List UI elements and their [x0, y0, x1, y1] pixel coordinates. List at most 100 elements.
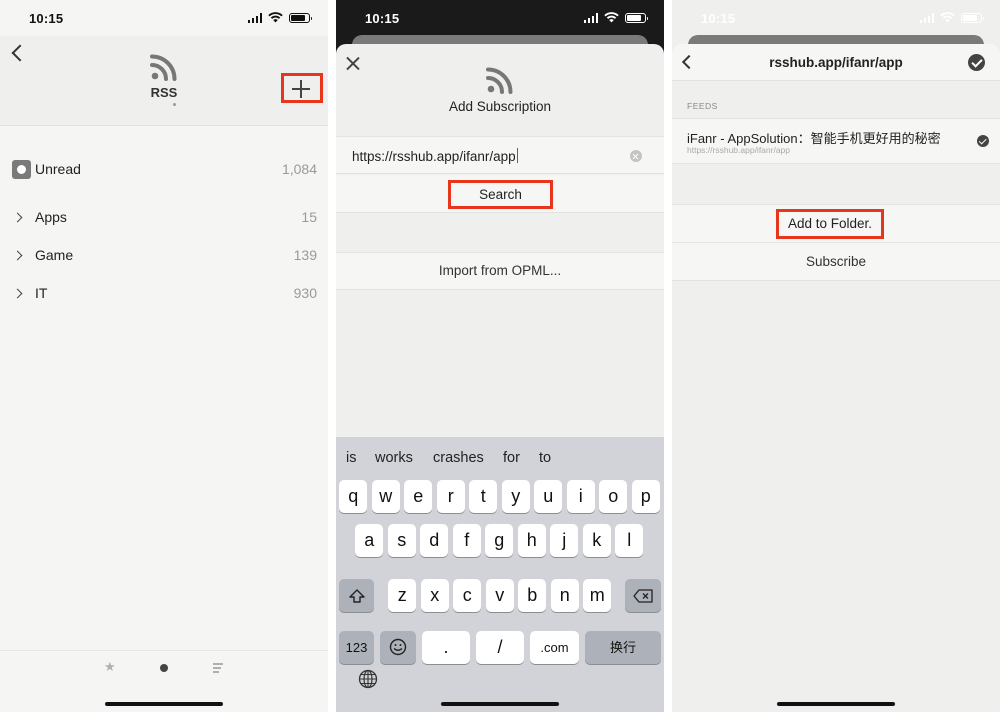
close-icon[interactable]: [346, 56, 360, 70]
key-j[interactable]: j: [550, 524, 579, 557]
add-to-folder-button[interactable]: Add to Folder.: [776, 209, 884, 239]
key-w[interactable]: w: [371, 480, 400, 513]
folder-row-game[interactable]: Game 139: [0, 236, 328, 274]
feed-folder-list: Unread 1,084 Apps 15 Game 139 IT 930: [0, 150, 328, 312]
key-k[interactable]: k: [582, 524, 611, 557]
rss-header: RSS: [0, 36, 328, 126]
key-n[interactable]: n: [550, 579, 579, 612]
rss-home-screen: 10:15 RSS Unread 1,084 Apps 15 Game 139 …: [0, 0, 328, 712]
chevron-right-icon[interactable]: [12, 250, 23, 260]
unread-row[interactable]: Unread 1,084: [0, 150, 328, 188]
key-z[interactable]: z: [388, 579, 417, 612]
search-row: Search: [336, 175, 664, 213]
dot-icon[interactable]: [160, 664, 168, 672]
key-o[interactable]: o: [599, 480, 628, 513]
shift-key[interactable]: [339, 579, 374, 612]
home-indicator: [777, 702, 895, 706]
search-button[interactable]: Search: [448, 180, 553, 209]
suggestion-item[interactable]: to: [539, 450, 551, 466]
clear-text-icon[interactable]: [630, 150, 642, 162]
folder-count: 930: [293, 285, 317, 301]
battery-icon: [289, 12, 312, 23]
feed-row[interactable]: iFanr - AppSolution：智能手机更好用的秘密 https://r…: [672, 118, 1000, 164]
add-subscription-sheet: Add Subscription https://rsshub.app/ifan…: [336, 44, 664, 712]
return-key[interactable]: 换行: [585, 631, 661, 664]
battery-icon: [961, 12, 984, 23]
feeds-section-label: FEEDS: [687, 101, 718, 111]
unread-count: 1,084: [281, 161, 317, 177]
wifi-icon: [604, 12, 619, 23]
star-icon[interactable]: ★: [104, 659, 116, 675]
rss-icon: [486, 67, 513, 94]
keyboard: is works crashes for to qwertyuiop asdfgh…: [336, 437, 664, 712]
suggestion-item[interactable]: crashes: [433, 450, 484, 466]
globe-icon[interactable]: [358, 669, 378, 689]
key-u[interactable]: u: [534, 480, 563, 513]
status-bar: 10:15: [672, 0, 1000, 36]
subscribe-button[interactable]: Subscribe: [672, 243, 1000, 281]
folder-row-it[interactable]: IT 930: [0, 274, 328, 312]
suggestion-item[interactable]: is: [346, 450, 356, 466]
key-e[interactable]: e: [404, 480, 433, 513]
status-time: 10:15: [29, 11, 64, 26]
chevron-right-icon[interactable]: [12, 288, 23, 298]
confirm-check-icon[interactable]: [968, 54, 985, 71]
page-indicator-dot: [173, 103, 176, 106]
suggestion-item[interactable]: for: [503, 450, 520, 466]
url-input-value: https://rsshub.app/ifanr/app: [352, 149, 516, 164]
key-p[interactable]: p: [631, 480, 660, 513]
cellular-signal-icon: [247, 12, 262, 23]
feed-selected-check-icon[interactable]: [977, 135, 989, 147]
key-y[interactable]: y: [501, 480, 530, 513]
home-indicator: [441, 702, 559, 706]
text-caret: [516, 148, 519, 163]
cellular-signal-icon: [919, 12, 934, 23]
suggestion-bar: is works crashes for to: [336, 437, 664, 477]
feed-preview-sheet: rsshub.app/ifanr/app FEEDS iFanr - AppSo…: [672, 44, 1000, 712]
key-d[interactable]: d: [420, 524, 449, 557]
period-key[interactable]: .: [422, 631, 470, 664]
feed-preview-screen: 10:15 rsshub.app/ifanr/app FEEDS iFanr -…: [672, 0, 1000, 712]
key-g[interactable]: g: [485, 524, 514, 557]
status-bar: 10:15: [336, 0, 664, 36]
key-q[interactable]: q: [339, 480, 368, 513]
sheet-title: Add Subscription: [448, 99, 552, 114]
key-f[interactable]: f: [452, 524, 481, 557]
key-x[interactable]: x: [420, 579, 449, 612]
import-opml-button[interactable]: Import from OPML...: [336, 252, 664, 290]
folder-label: Apps: [35, 209, 67, 225]
battery-icon: [625, 12, 648, 23]
key-v[interactable]: v: [485, 579, 514, 612]
list-icon[interactable]: [213, 663, 223, 675]
key-b[interactable]: b: [518, 579, 547, 612]
delete-key[interactable]: [625, 579, 661, 612]
key-i[interactable]: i: [566, 480, 595, 513]
rss-icon: [150, 54, 177, 81]
key-h[interactable]: h: [517, 524, 546, 557]
numbers-key[interactable]: 123: [339, 631, 374, 664]
chevron-right-icon[interactable]: [12, 212, 23, 222]
key-t[interactable]: t: [469, 480, 498, 513]
key-r[interactable]: r: [436, 480, 465, 513]
dotcom-key[interactable]: .com: [530, 631, 579, 664]
status-time: 10:15: [365, 11, 400, 26]
key-a[interactable]: a: [355, 524, 384, 557]
slash-key[interactable]: /: [476, 631, 524, 664]
wifi-icon: [940, 12, 955, 23]
shift-icon: [348, 589, 365, 603]
nav-bar: rsshub.app/ifanr/app: [672, 44, 1000, 81]
emoji-key[interactable]: [380, 631, 416, 664]
key-s[interactable]: s: [387, 524, 416, 557]
url-input[interactable]: https://rsshub.app/ifanr/app: [336, 136, 664, 174]
key-c[interactable]: c: [453, 579, 482, 612]
folder-count: 15: [301, 209, 317, 225]
add-folder-row: Add to Folder.: [672, 204, 1000, 243]
page-title: RSS: [150, 85, 178, 100]
folder-row-apps[interactable]: Apps 15: [0, 198, 328, 236]
add-subscription-screen: 10:15 Add Subscription https://rsshub.ap…: [336, 0, 664, 712]
key-l[interactable]: l: [615, 524, 644, 557]
key-m[interactable]: m: [583, 579, 612, 612]
back-chevron-icon[interactable]: [11, 44, 29, 62]
suggestion-item[interactable]: works: [375, 450, 413, 466]
folder-label: Game: [35, 247, 74, 263]
